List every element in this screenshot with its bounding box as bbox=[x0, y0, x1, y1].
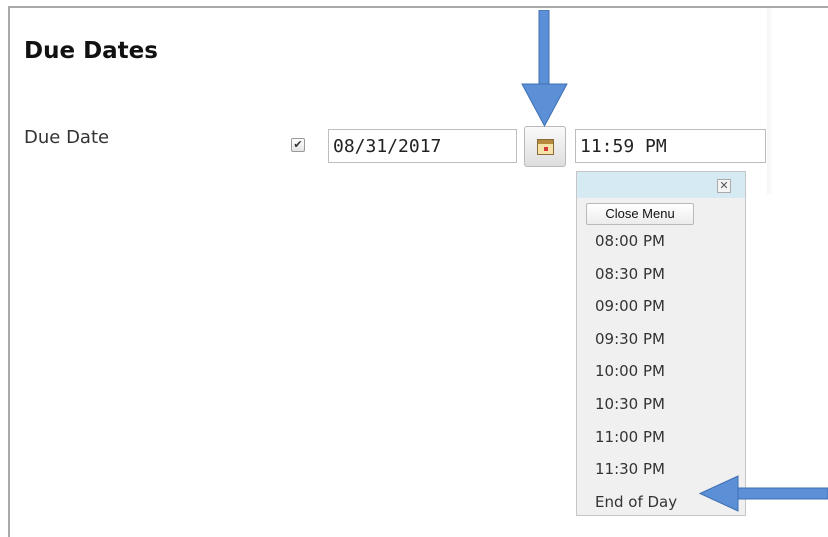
time-option[interactable]: 10:00 PM bbox=[595, 360, 677, 393]
panel-right-edge bbox=[767, 8, 773, 194]
time-dropdown-menu: ✕ Close Menu 08:00 PM 08:30 PM 09:00 PM 09:… bbox=[576, 171, 746, 516]
time-option[interactable]: 10:30 PM bbox=[595, 393, 677, 426]
time-option[interactable]: 11:30 PM bbox=[595, 458, 677, 491]
due-date-label: Due Date bbox=[24, 127, 110, 148]
date-picker-button[interactable] bbox=[524, 126, 566, 167]
calendar-icon bbox=[537, 139, 554, 155]
time-option[interactable]: 09:00 PM bbox=[595, 295, 677, 328]
frame-border-top bbox=[8, 6, 828, 8]
due-date-enabled-checkbox[interactable]: ✔ bbox=[291, 138, 305, 152]
down-arrow-annotation-icon bbox=[521, 10, 568, 128]
close-menu-button[interactable]: Close Menu bbox=[586, 203, 694, 225]
due-time-input[interactable] bbox=[575, 129, 766, 163]
section-title: Due Dates bbox=[24, 38, 158, 64]
time-options-list: 08:00 PM 08:30 PM 09:00 PM 09:30 PM 10:00 PM… bbox=[595, 230, 677, 523]
time-option[interactable]: 11:00 PM bbox=[595, 426, 677, 459]
checkmark-icon: ✔ bbox=[293, 138, 303, 151]
due-date-input[interactable] bbox=[328, 129, 517, 163]
screenshot-frame: Due Dates Due Date ✔ ✕ Close Menu 08:00 … bbox=[0, 0, 828, 537]
time-option[interactable]: 08:00 PM bbox=[595, 230, 677, 263]
close-icon[interactable]: ✕ bbox=[717, 179, 731, 193]
time-option[interactable]: End of Day bbox=[595, 491, 677, 524]
time-menu-header: ✕ bbox=[577, 172, 745, 198]
frame-border-left bbox=[8, 6, 10, 537]
left-arrow-annotation-icon bbox=[698, 475, 828, 512]
time-option[interactable]: 08:30 PM bbox=[595, 263, 677, 296]
time-option[interactable]: 09:30 PM bbox=[595, 328, 677, 361]
